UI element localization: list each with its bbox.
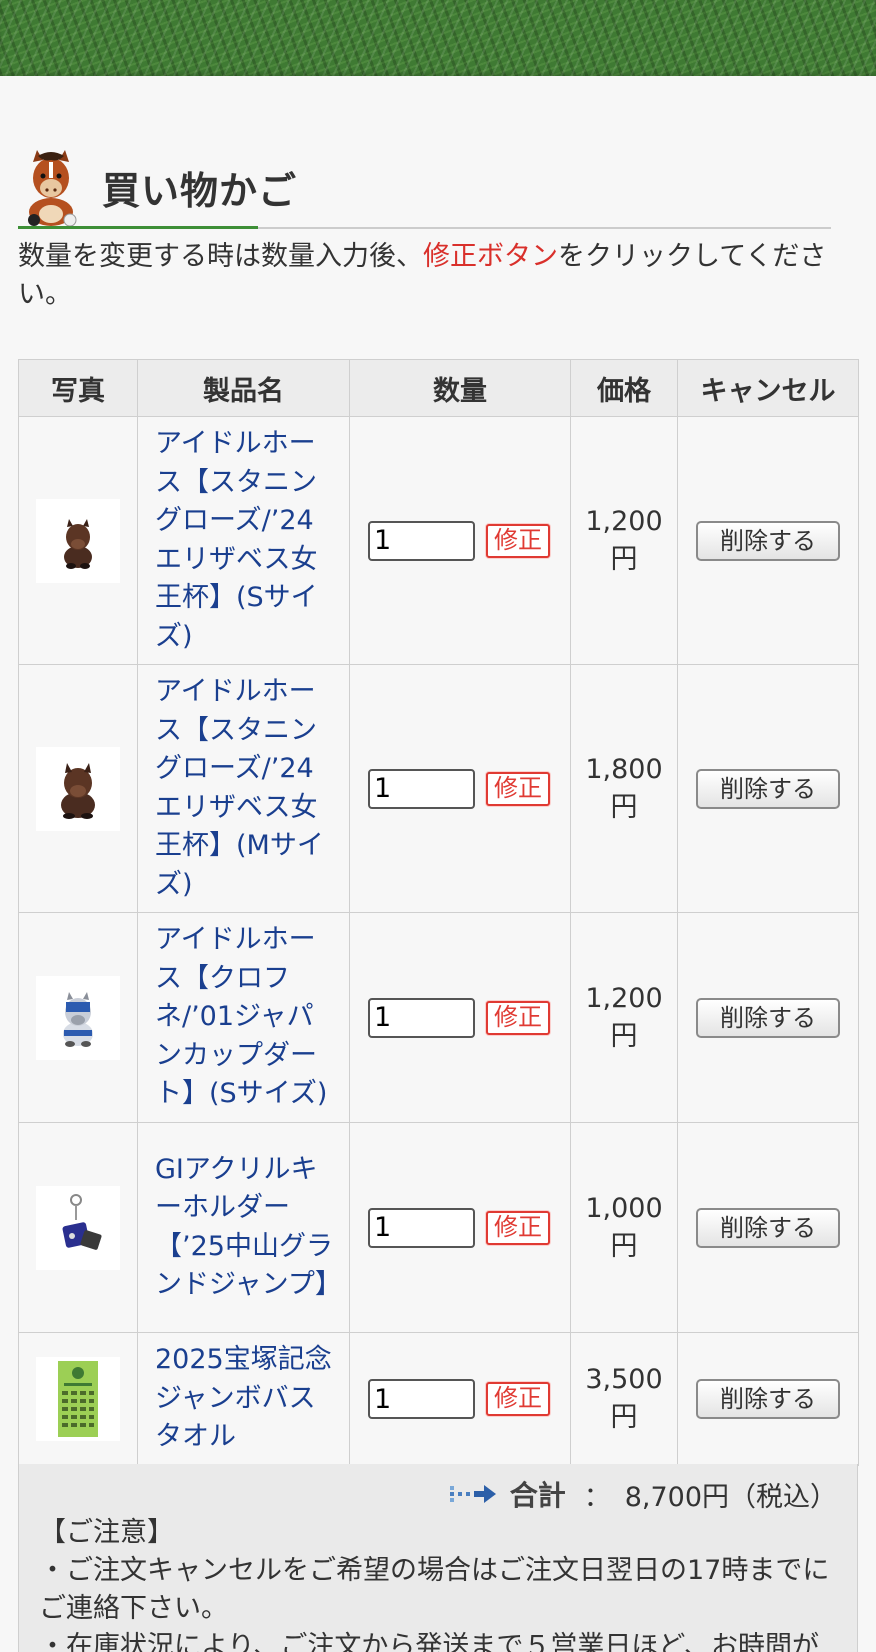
product-link[interactable]: 2025宝塚記念ジャンボバスタオル	[155, 1341, 335, 1457]
photo-cell	[18, 912, 138, 1123]
photo-cell	[18, 664, 138, 913]
total-row: 合計 ： 8,700円（税込）	[448, 1474, 837, 1514]
towel-icon[interactable]	[36, 1357, 120, 1441]
grass-header-banner	[0, 0, 876, 76]
quantity-input[interactable]	[368, 1207, 475, 1248]
header-photo: 写真	[18, 359, 138, 417]
quantity-cell: 修正	[349, 416, 571, 665]
fix-quantity-button[interactable]: 修正	[486, 523, 550, 558]
quantity-cell: 修正	[349, 664, 571, 913]
cart-row: アイドルホース【スタニングローズ/’24エリザベス女王杯】(Mサイズ) 修正 1…	[18, 664, 859, 913]
product-name-cell: アイドルホース【スタニングローズ/’24エリザベス女王杯】(Sサイズ)	[137, 416, 350, 665]
header-quantity: 数量	[349, 359, 571, 417]
fix-quantity-button[interactable]: 修正	[486, 1000, 550, 1035]
order-summary: 合計 ： 8,700円（税込） 【ご注意】 ・ご注文キャンセルをご希望の場合はご…	[18, 1464, 858, 1652]
arrow-right-icon	[449, 1485, 496, 1503]
brown-horse-plush-icon[interactable]	[36, 746, 120, 831]
note-item: ・在庫状況により、ご注文から発送まで５営業日ほど、お時間が	[39, 1631, 820, 1652]
total-label: 合計	[509, 1479, 566, 1512]
price-cell: 3,500円	[570, 1332, 678, 1466]
header-price: 価格	[570, 359, 678, 417]
photo-cell	[18, 1332, 138, 1466]
total-amount: 8,700円（税込）	[624, 1481, 837, 1513]
page-title: 買い物かご	[102, 169, 298, 213]
cart-row: GⅠアクリルキーホルダー【’25中山グランドジャンプ】 修正 1,000円 削除…	[18, 1122, 859, 1333]
cancel-cell: 削除する	[677, 664, 859, 913]
delete-item-button[interactable]: 削除する	[696, 1379, 840, 1419]
product-link[interactable]: アイドルホース【クロフネ/’01ジャパンカップダート】(Sサイズ)	[155, 921, 335, 1114]
product-link[interactable]: GⅠアクリルキーホルダー【’25中山グランドジャンプ】	[155, 1151, 342, 1305]
delete-item-button[interactable]: 削除する	[696, 997, 840, 1038]
keyholder-icon[interactable]	[36, 1185, 120, 1270]
delete-item-button[interactable]: 削除する	[696, 520, 840, 561]
quantity-input[interactable]	[368, 997, 475, 1038]
note-item: ・ご注文キャンセルをご希望の場合はご注文日翌日の17時までにご連絡下さい。	[39, 1555, 830, 1624]
price-cell: 1,800円	[570, 664, 678, 913]
cart-row: アイドルホース【クロフネ/’01ジャパンカップダート】(Sサイズ) 修正 1,2…	[18, 912, 859, 1123]
quantity-input[interactable]	[368, 520, 475, 561]
instruction-highlight: 修正ボタン	[423, 241, 558, 272]
cancel-cell: 削除する	[677, 1332, 859, 1466]
cart-table: 写真 製品名 数量 価格 キャンセル アイドルホース【スタニングローズ/’24エ…	[18, 359, 859, 1466]
cancel-cell: 削除する	[677, 1122, 859, 1333]
cart-row: アイドルホース【スタニングローズ/’24エリザベス女王杯】(Sサイズ) 修正 1…	[18, 416, 859, 665]
product-link[interactable]: アイドルホース【スタニングローズ/’24エリザベス女王杯】(Mサイズ)	[155, 673, 335, 904]
photo-cell	[18, 416, 138, 665]
delete-item-button[interactable]: 削除する	[696, 768, 840, 809]
price-cell: 1,200円	[570, 416, 678, 665]
fix-quantity-button[interactable]: 修正	[486, 1382, 550, 1416]
product-name-cell: アイドルホース【スタニングローズ/’24エリザベス女王杯】(Mサイズ)	[137, 664, 350, 913]
page-title-row: 買い物かご	[18, 148, 831, 230]
quantity-input[interactable]	[368, 768, 475, 809]
fix-quantity-button[interactable]: 修正	[486, 1210, 550, 1245]
cancel-cell: 削除する	[677, 416, 859, 665]
product-name-cell: アイドルホース【クロフネ/’01ジャパンカップダート】(Sサイズ)	[137, 912, 350, 1123]
white-horse-plush-icon[interactable]	[36, 975, 120, 1060]
product-name-cell: GⅠアクリルキーホルダー【’25中山グランドジャンプ】	[137, 1122, 350, 1333]
product-name-cell: 2025宝塚記念ジャンボバスタオル	[137, 1332, 350, 1466]
horse-mascot-icon	[28, 150, 77, 227]
quantity-cell: 修正	[349, 1122, 571, 1333]
quantity-cell: 修正	[349, 912, 571, 1123]
fix-quantity-button[interactable]: 修正	[486, 771, 550, 806]
total-separator: ：	[583, 1481, 611, 1513]
product-link[interactable]: アイドルホース【スタニングローズ/’24エリザベス女王杯】(Sサイズ)	[155, 425, 335, 656]
price-cell: 1,000円	[570, 1122, 678, 1333]
instruction-prefix: 数量を変更する時は数量入力後、	[18, 241, 423, 272]
quantity-cell: 修正	[349, 1332, 571, 1466]
cart-row: 2025宝塚記念ジャンボバスタオル 修正 3,500円 削除する	[18, 1332, 859, 1466]
delete-item-button[interactable]: 削除する	[696, 1207, 840, 1248]
brown-horse-plush-icon[interactable]	[36, 498, 120, 583]
photo-cell	[18, 1122, 138, 1333]
cart-header-row: 写真 製品名 数量 価格 キャンセル	[18, 359, 859, 417]
price-cell: 1,200円	[570, 912, 678, 1123]
header-cancel: キャンセル	[677, 359, 859, 417]
notes-section: 【ご注意】 ・ご注文キャンセルをご希望の場合はご注文日翌日の17時までにご連絡下…	[39, 1514, 849, 1652]
quantity-input[interactable]	[368, 1379, 475, 1419]
notes-heading: 【ご注意】	[39, 1517, 174, 1548]
instruction-text: 数量を変更する時は数量入力後、修正ボタンをクリックしてください。	[18, 238, 840, 314]
title-divider-accent	[18, 226, 258, 229]
cancel-cell: 削除する	[677, 912, 859, 1123]
header-product-name: 製品名	[137, 359, 350, 417]
